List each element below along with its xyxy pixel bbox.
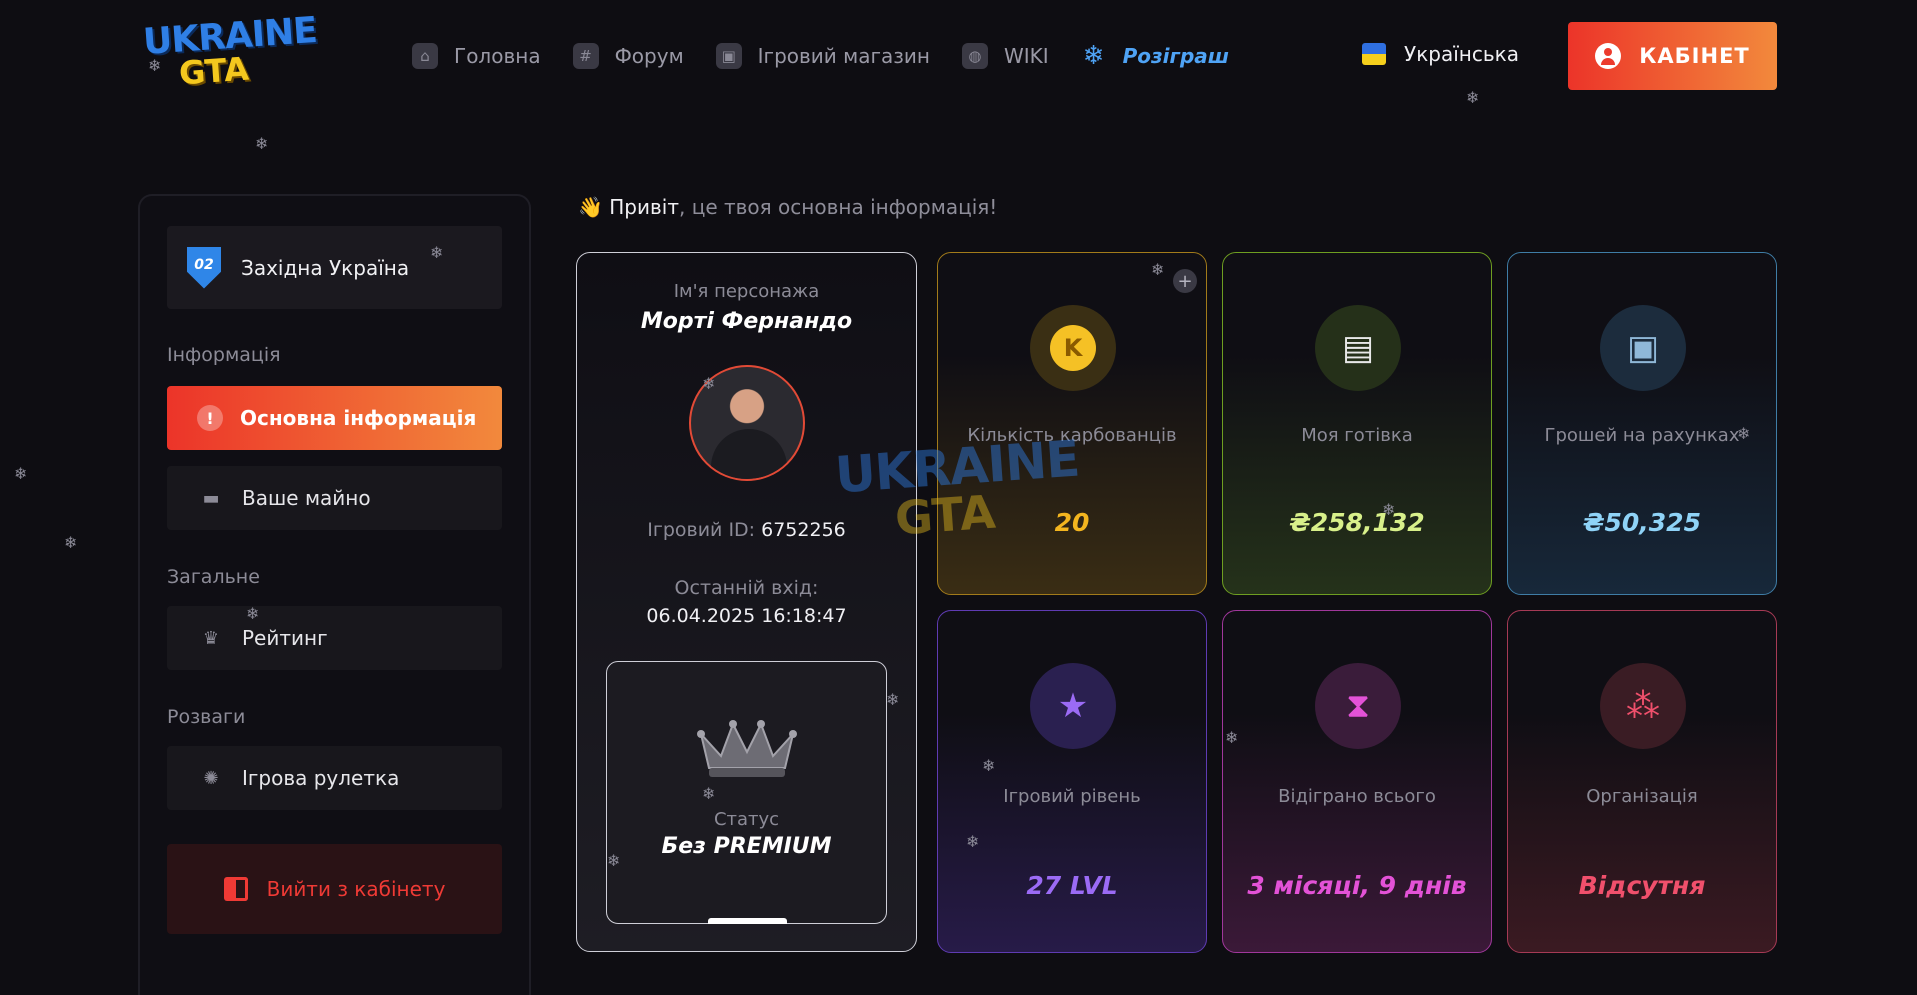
- section-title-entertainment: Розваги: [167, 706, 246, 728]
- game-id-label: Ігровий ID:: [647, 519, 756, 541]
- status-label: Статус: [713, 809, 780, 830]
- trophy-icon: ♛: [202, 627, 220, 649]
- premium-status-box[interactable]: Статус Без PREMIUM: [606, 661, 887, 924]
- snowflake-decoration-icon: ❄: [64, 533, 78, 552]
- coins-label: Кількість карбованців: [967, 425, 1177, 446]
- wave-emoji: 👋: [578, 195, 603, 219]
- alert-icon: !: [197, 405, 223, 431]
- cash-value: ₴258,132: [1289, 508, 1425, 537]
- level-label: Ігровий рівень: [1003, 786, 1141, 807]
- crown-icon: [697, 720, 797, 777]
- logout-button[interactable]: Вийти з кабінету: [167, 844, 502, 934]
- nav-item-label: Ігровий магазин: [757, 44, 930, 68]
- status-indicator: [708, 918, 787, 924]
- cash-stack-icon: ▤: [1315, 305, 1401, 391]
- greeting-highlight: Привіт: [609, 195, 679, 219]
- last-login-label: Останній вхід:: [674, 577, 819, 599]
- level-value: 27 LVL: [1026, 871, 1118, 900]
- nav-item-forum[interactable]: # Форум: [572, 43, 684, 69]
- sidebar-item-rating[interactable]: ♛ Рейтинг: [167, 606, 502, 670]
- site-logo[interactable]: UKRAINE GTA: [142, 10, 318, 96]
- last-login-value: 06.04.2025 16:18:47: [646, 605, 847, 627]
- cash-card: ▤ Моя готівка ₴258,132: [1222, 252, 1492, 595]
- played-time-card: ⧗ Відіграно всього 3 місяці, 9 днів: [1222, 610, 1492, 953]
- nav-item-home[interactable]: ⌂ Головна: [412, 43, 541, 69]
- sidebar-item-label: Ігрова рулетка: [242, 766, 400, 790]
- bank-value: ₴50,325: [1583, 508, 1701, 537]
- game-id-value: 6752256: [761, 519, 846, 541]
- logout-icon: [223, 877, 250, 901]
- played-time-label: Відіграно всього: [1278, 786, 1436, 807]
- nav-item-label: Головна: [454, 44, 541, 68]
- group-icon: ⁂: [1600, 663, 1686, 749]
- car-icon: ▬: [202, 487, 220, 509]
- add-coins-button[interactable]: +: [1173, 269, 1197, 293]
- top-header: UKRAINE GTA ⌂ Головна # Форум ▣ Ігровий …: [0, 0, 1917, 112]
- sidebar-item-label: Ваше майно: [242, 486, 371, 510]
- main-nav: ⌂ Головна # Форум ▣ Ігровий магазин ◍ WI…: [412, 36, 1261, 76]
- server-name: Західна Україна: [241, 255, 410, 280]
- snowflake-icon: ❄: [1082, 41, 1105, 71]
- profile-card: Ім'я персонажа Морті Фернандо Ігровий ID…: [576, 252, 917, 952]
- sidebar: 02 Західна Україна Інформація ! Основна …: [138, 194, 531, 995]
- nav-item-giveaway[interactable]: ❄ Розіграш: [1081, 41, 1230, 71]
- nav-item-wiki[interactable]: ◍ WIKI: [961, 43, 1049, 69]
- organization-value: Відсутня: [1578, 871, 1706, 900]
- logout-label: Вийти з кабінету: [266, 877, 446, 901]
- played-time-value: 3 місяці, 9 днів: [1247, 871, 1467, 900]
- sidebar-item-main-info[interactable]: ! Основна інформація: [167, 386, 502, 450]
- cabinet-button[interactable]: КАБІНЕТ: [1568, 22, 1777, 90]
- logo-line-2: GTA: [177, 49, 251, 93]
- sidebar-item-label: Основна інформація: [240, 406, 477, 430]
- coins-value: 20: [1054, 508, 1090, 537]
- status-value: Без PREMIUM: [661, 834, 832, 859]
- nav-item-shop[interactable]: ▣ Ігровий магазин: [715, 43, 930, 69]
- level-card: ★ Ігровий рівень 27 LVL: [937, 610, 1207, 953]
- sidebar-item-roulette[interactable]: ✺ Ігрова рулетка: [167, 746, 502, 810]
- game-id: Ігровий ID: 6752256: [577, 519, 916, 541]
- bank-card: ▣ Грошей на рахунках ₴50,325: [1507, 252, 1777, 595]
- cabinet-button-label: КАБІНЕТ: [1639, 44, 1750, 68]
- user-icon: [1595, 43, 1622, 69]
- cash-label: Моя готівка: [1301, 425, 1413, 446]
- nav-item-label: WIKI: [1003, 44, 1049, 68]
- globe-icon: ◍: [961, 43, 988, 69]
- greeting: 👋 Привіт, це твоя основна інформація!: [578, 195, 997, 219]
- nav-item-label: Форум: [614, 44, 684, 68]
- sidebar-item-property[interactable]: ▬ Ваше майно: [167, 466, 502, 530]
- home-icon: ⌂: [412, 43, 438, 69]
- coins-card: + K Кількість карбованців 20: [937, 252, 1207, 595]
- ukraine-flag-icon: [1362, 43, 1386, 65]
- server-selector[interactable]: 02 Західна Україна: [167, 226, 502, 309]
- section-title-info: Інформація: [167, 344, 281, 366]
- greeting-rest: , це твоя основна інформація!: [679, 195, 998, 219]
- organization-label: Організація: [1586, 786, 1698, 807]
- hourglass-icon: ⧗: [1315, 663, 1401, 749]
- coin-icon: K: [1030, 305, 1116, 391]
- sidebar-item-label: Рейтинг: [242, 626, 328, 650]
- organization-card: ⁂ Організація Відсутня: [1507, 610, 1777, 953]
- server-shield-icon: 02: [187, 246, 221, 289]
- character-name-label: Ім'я персонажа: [673, 281, 820, 302]
- language-label: Українська: [1404, 42, 1519, 66]
- roulette-icon: ✺: [203, 767, 219, 789]
- snowflake-decoration-icon: ❄: [14, 464, 28, 483]
- bank-label: Грошей на рахунках: [1544, 425, 1740, 446]
- star-icon: ★: [1030, 663, 1116, 749]
- bag-icon: ▣: [715, 43, 742, 69]
- safe-icon: ▣: [1600, 305, 1686, 391]
- character-name: Морті Фернандо: [640, 309, 853, 334]
- section-title-general: Загальне: [167, 566, 260, 588]
- snowflake-decoration-icon: ❄: [255, 134, 269, 153]
- hash-icon: #: [572, 43, 599, 69]
- nav-item-label: Розіграш: [1122, 44, 1230, 68]
- coin-glyph: K: [1050, 325, 1096, 371]
- language-selector[interactable]: Українська: [1362, 42, 1519, 66]
- avatar: [689, 365, 805, 481]
